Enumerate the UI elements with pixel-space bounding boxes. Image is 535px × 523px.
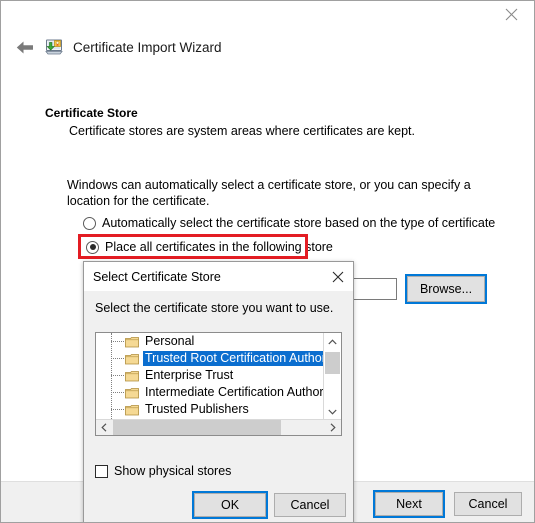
folder-icon bbox=[125, 353, 139, 365]
tree-item-label: Personal bbox=[145, 334, 195, 348]
window-titlebar bbox=[1, 1, 534, 27]
tree-item-enterprise-trust[interactable]: Enterprise Trust bbox=[96, 367, 325, 384]
window-title: Certificate Import Wizard bbox=[73, 39, 222, 55]
dialog-title: Select Certificate Store bbox=[93, 269, 221, 284]
ok-button[interactable]: OK bbox=[194, 493, 266, 517]
tree-connector bbox=[111, 340, 124, 343]
wizard-header: Certificate Import Wizard bbox=[1, 29, 534, 65]
certificate-store-tree[interactable]: Personal Trusted Root Certification Auth… bbox=[95, 332, 342, 436]
folder-icon bbox=[125, 370, 139, 382]
dialog-close-icon[interactable] bbox=[323, 262, 353, 291]
dialog-prompt: Select the certificate store you want to… bbox=[95, 301, 334, 315]
radio-place-all-certificates[interactable]: Place all certificates in the following … bbox=[86, 240, 333, 254]
browse-button[interactable]: Browse... bbox=[407, 276, 485, 302]
radio-mark-place bbox=[86, 240, 99, 254]
certificate-import-wizard-window: Certificate Import Wizard Certificate St… bbox=[0, 0, 535, 523]
folder-icon bbox=[125, 336, 139, 348]
radio-mark-auto bbox=[83, 216, 96, 230]
tree-vertical-scrollbar[interactable] bbox=[323, 333, 341, 420]
tree-vertical-scroll-thumb[interactable] bbox=[325, 352, 340, 374]
select-certificate-store-dialog: Select Certificate Store Select the cert… bbox=[83, 261, 354, 522]
checkbox-mark bbox=[95, 464, 108, 478]
dialog-cancel-button[interactable]: Cancel bbox=[274, 493, 346, 517]
show-physical-stores-checkbox[interactable]: Show physical stores bbox=[95, 464, 231, 478]
tree-horizontal-scroll-thumb[interactable] bbox=[113, 420, 281, 435]
radio-automatically-select-store[interactable]: Automatically select the certificate sto… bbox=[83, 216, 495, 230]
tree-item-label: Enterprise Trust bbox=[145, 368, 234, 382]
tree-item-label: Intermediate Certification Authorities bbox=[145, 385, 325, 399]
page-subtitle: Certificate stores are system areas wher… bbox=[69, 124, 415, 138]
intro-text: Windows can automatically select a certi… bbox=[67, 178, 471, 208]
radio-label-place: Place all certificates in the following … bbox=[105, 240, 333, 254]
back-arrow-icon[interactable] bbox=[9, 32, 39, 62]
tree-connector bbox=[111, 408, 124, 411]
tree-item-trusted-root-certification-authorities[interactable]: Trusted Root Certification Authorities bbox=[96, 350, 325, 367]
scroll-right-icon[interactable] bbox=[325, 420, 341, 435]
folder-icon bbox=[125, 387, 139, 399]
radio-label-auto: Automatically select the certificate sto… bbox=[102, 216, 496, 230]
tree-item-label: Trusted Root Certification Authorities bbox=[143, 351, 325, 366]
folder-icon bbox=[125, 404, 139, 416]
tree-item-trusted-publishers[interactable]: Trusted Publishers bbox=[96, 401, 325, 418]
tree-connector bbox=[111, 357, 124, 360]
tree-item-intermediate-certification-authorities[interactable]: Intermediate Certification Authorities bbox=[96, 384, 325, 401]
tree-item-label: Trusted Publishers bbox=[145, 402, 249, 416]
scroll-left-icon[interactable] bbox=[96, 420, 112, 435]
next-button[interactable]: Next bbox=[375, 492, 443, 516]
close-icon[interactable] bbox=[489, 1, 534, 27]
tree-item-personal[interactable]: Personal bbox=[96, 333, 325, 350]
show-physical-stores-label: Show physical stores bbox=[114, 464, 232, 478]
certificate-wizard-icon bbox=[44, 37, 64, 57]
tree-connector bbox=[111, 391, 124, 394]
scroll-up-icon[interactable] bbox=[324, 333, 341, 350]
scroll-down-icon[interactable] bbox=[324, 403, 341, 420]
tree-connector bbox=[111, 374, 124, 377]
tree-horizontal-scrollbar[interactable] bbox=[96, 419, 341, 435]
page-title: Certificate Store bbox=[45, 106, 138, 120]
cancel-button[interactable]: Cancel bbox=[454, 492, 522, 516]
dialog-titlebar: Select Certificate Store bbox=[84, 262, 353, 291]
